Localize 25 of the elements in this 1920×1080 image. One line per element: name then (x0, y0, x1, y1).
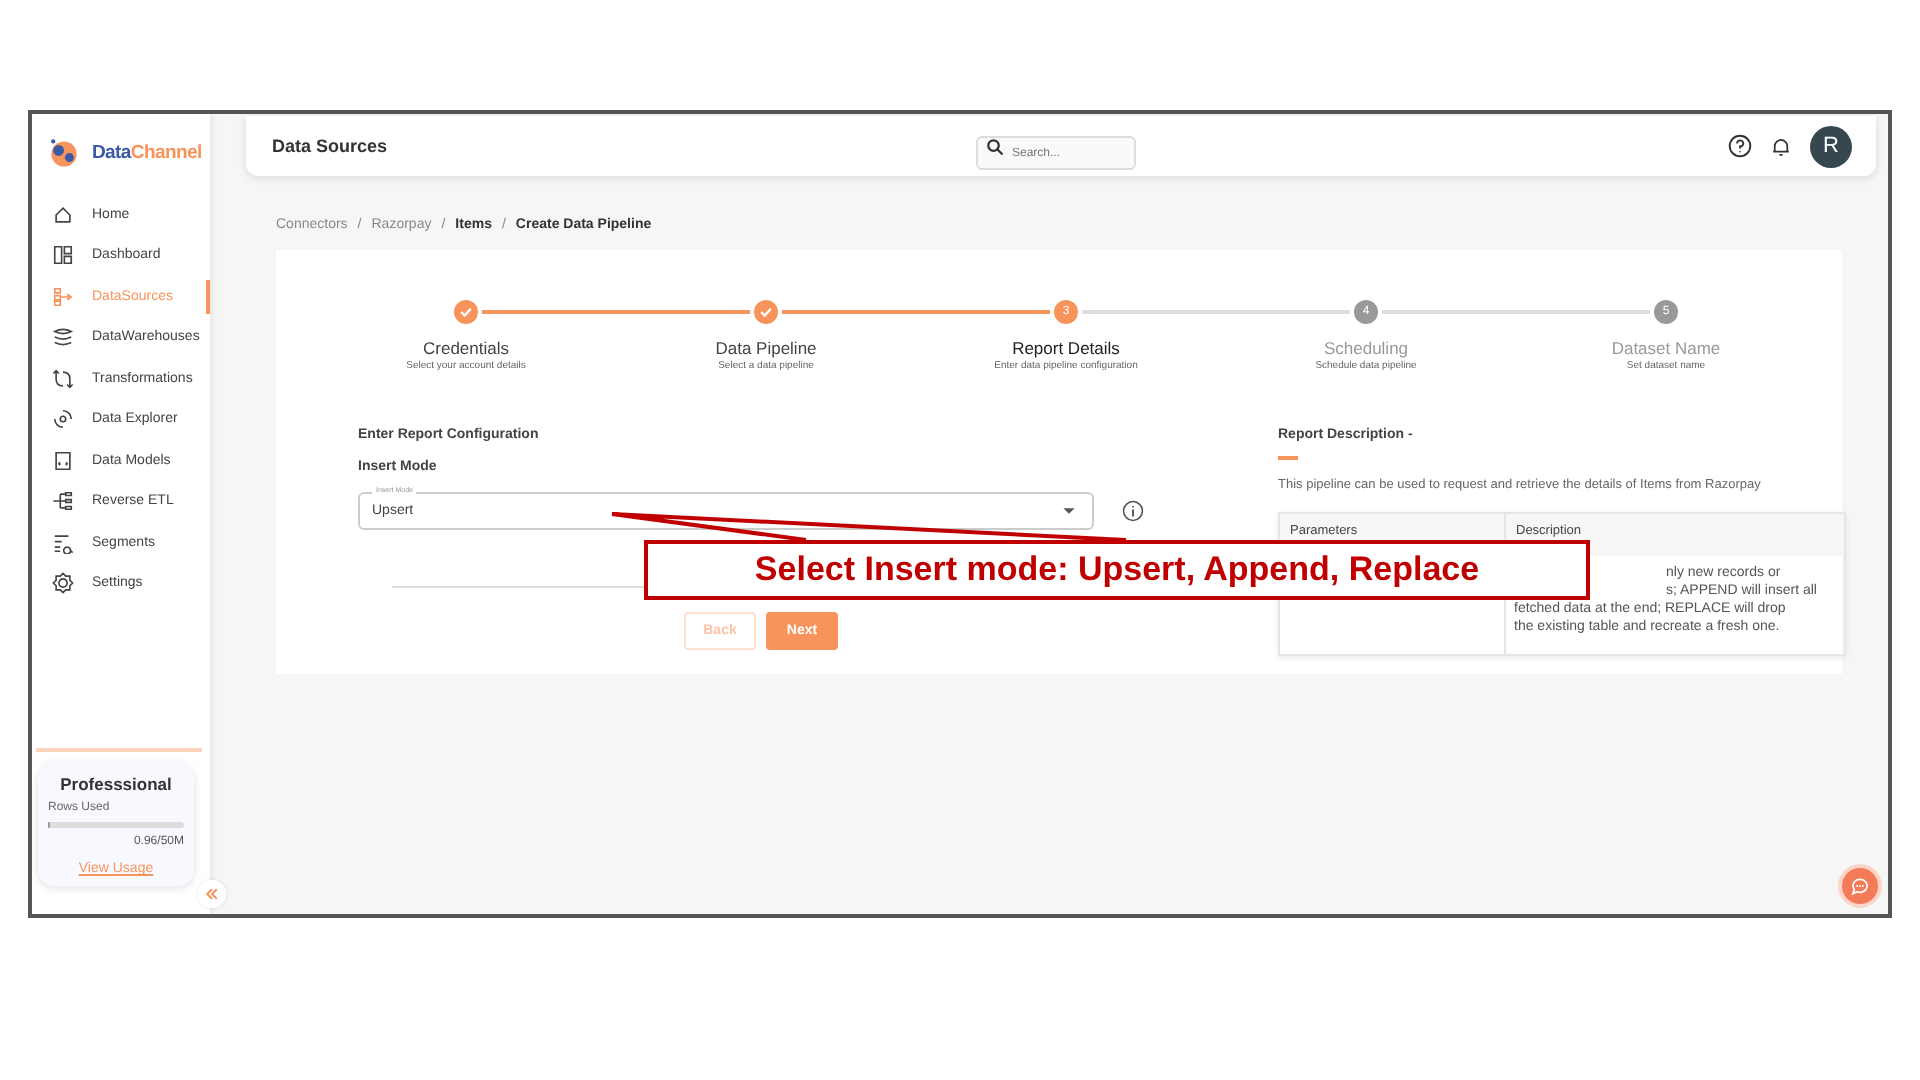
chat-bubble-icon (1850, 876, 1870, 896)
callout-text: Select Insert mode: Upsert, Append, Replace (644, 540, 1590, 600)
step-title: Data Pipeline (715, 338, 817, 358)
info-icon[interactable] (1122, 500, 1144, 522)
search-icon (986, 137, 1004, 155)
user-avatar[interactable]: R (1810, 125, 1852, 167)
database-icon (52, 326, 74, 349)
help-icon[interactable] (1728, 134, 1752, 158)
step-title: Credentials (423, 338, 509, 358)
chat-button[interactable] (1842, 868, 1878, 904)
settings-icon (52, 572, 74, 595)
caret-icon (1062, 504, 1076, 518)
dashboard-icon (52, 244, 74, 267)
plan-name: Professsional (58, 774, 174, 794)
home-icon (52, 203, 74, 226)
bell-icon[interactable] (1770, 135, 1792, 157)
transform-icon (52, 367, 74, 390)
step-title: Dataset Name (1611, 338, 1721, 358)
double-chevron-icon (204, 886, 220, 902)
segments-icon (52, 531, 74, 554)
logo-icon (46, 135, 82, 171)
logo-text: DataChannel (92, 142, 202, 164)
step-title: Report Details (1012, 338, 1120, 358)
page-title: Data Sources (272, 136, 390, 156)
step-title: Scheduling (1323, 338, 1409, 358)
